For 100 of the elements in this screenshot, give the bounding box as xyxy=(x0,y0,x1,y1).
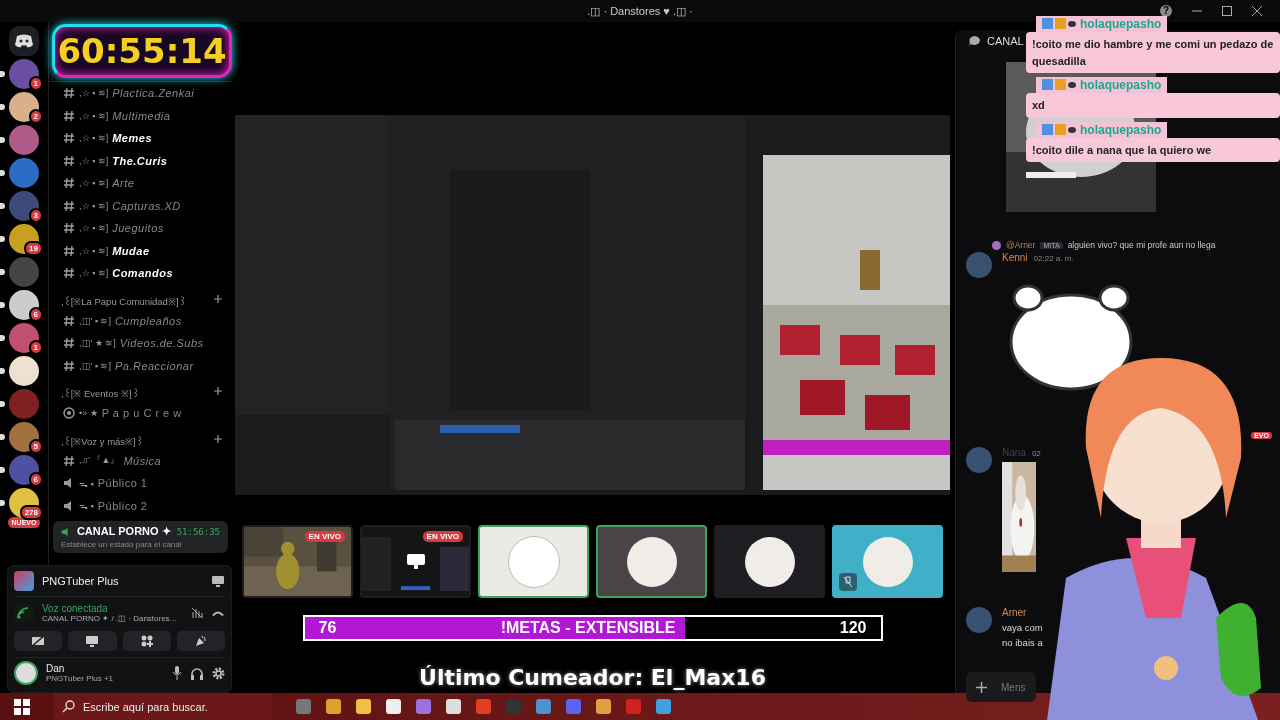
channel-item[interactable]: ,☆ ▪ ≋] Comandos xyxy=(53,262,228,285)
channel-item[interactable]: ,☆ ▪ ≋] Capturas.XD xyxy=(53,194,228,217)
hashtag-icon xyxy=(63,314,75,327)
stage-icon xyxy=(63,407,75,420)
reply-preview: alguien vivo? que mi profe aun no llega xyxy=(1067,240,1216,250)
server-icon[interactable] xyxy=(9,290,39,320)
mention-badge: 278 xyxy=(19,505,43,520)
channel-item[interactable]: ᯓ ▪ Público 2 xyxy=(53,494,228,517)
channel-item[interactable]: ,☆ ▪ ≋] Mudae xyxy=(53,239,228,262)
add-channel-icon[interactable] xyxy=(214,294,222,303)
hashtag-icon xyxy=(63,359,75,372)
screen-share-icon[interactable] xyxy=(211,575,225,587)
countdown-timer: 60:55:14 xyxy=(52,24,232,78)
add-channel-icon[interactable] xyxy=(214,434,222,443)
hashtag-icon xyxy=(63,154,75,167)
camera-off-button[interactable] xyxy=(14,631,63,651)
windows-start-icon[interactable] xyxy=(14,698,30,715)
badges-icon xyxy=(1042,18,1076,30)
hashtag-icon xyxy=(63,177,75,190)
noise-suppression-icon[interactable] xyxy=(191,607,203,619)
monitor-icon xyxy=(85,635,100,647)
goal-current: 76 xyxy=(317,619,338,637)
participant-tile[interactable] xyxy=(832,525,943,598)
channel-item[interactable]: •» ★ P a p u C r e w xyxy=(53,402,228,425)
signal-icon xyxy=(14,604,34,622)
mention[interactable]: @Arner xyxy=(1006,240,1036,250)
help-icon[interactable]: ? xyxy=(1160,5,1172,17)
party-horn-icon xyxy=(194,635,207,647)
badges-icon xyxy=(1042,79,1076,91)
goal-label: !METAS - EXTENSIBLE xyxy=(499,619,677,637)
category-header[interactable]: ,꒰[※Voz y más※]꒱ xyxy=(61,434,143,448)
participant-tile[interactable]: EN VIVO xyxy=(360,525,471,598)
channel-item[interactable]: ,☆ ▪ ≋] Multimedia xyxy=(53,104,228,127)
search-field[interactable]: Escribe aquí para buscar. xyxy=(54,693,272,720)
message-author[interactable]: Arner xyxy=(1002,607,1027,618)
chat-message: !coito dile a nana que la quiero we xyxy=(1026,137,1280,162)
participant-tile[interactable] xyxy=(596,525,707,598)
channel-item[interactable]: ,☆ ▪ ≋] Plactica.Zenkai xyxy=(53,82,228,105)
settings-icon[interactable] xyxy=(212,666,225,680)
user-avatar[interactable] xyxy=(14,661,38,685)
speaker-icon xyxy=(61,525,71,538)
shapes-icon xyxy=(140,635,153,647)
participant-tile[interactable] xyxy=(714,525,825,598)
chat-username: holaquepasho xyxy=(1080,122,1162,137)
message-time: 02:22 a. m. xyxy=(1033,254,1074,263)
hashtag-icon xyxy=(63,87,75,100)
channel-item[interactable]: ,◫' ★ ≋] Videos.de.Subs xyxy=(53,332,228,355)
message-time: 02 xyxy=(1031,449,1041,458)
hashtag-icon xyxy=(63,454,75,467)
channel-item[interactable]: ,♫' 『▲』 Música xyxy=(53,449,228,472)
channel-item[interactable]: ,◫' ▪ ≋] Cumpleaños xyxy=(53,309,228,332)
microphone-icon[interactable] xyxy=(172,666,182,680)
close-icon[interactable] xyxy=(1252,6,1262,16)
message-input[interactable]: Mens xyxy=(966,672,1036,702)
activity-name: PNGTuber Plus xyxy=(42,575,120,587)
voice-channel-item[interactable]: CANAL PORNO ✦ 51:56:35 Establece un estado para el canal xyxy=(53,521,228,553)
activities-button[interactable] xyxy=(122,631,171,651)
last-donor-caption: Último Cumeador: El_Max16 xyxy=(419,665,766,690)
app-icon xyxy=(14,571,34,591)
hashtag-icon xyxy=(63,244,75,257)
monitor-icon xyxy=(405,552,426,571)
participant-tile[interactable] xyxy=(478,525,589,598)
badges-icon xyxy=(1042,123,1076,136)
soundboard-button[interactable] xyxy=(176,631,225,651)
chat-message: xd xyxy=(1026,93,1280,118)
user-activity: PNGTuber Plus +1 xyxy=(46,674,115,683)
search-icon xyxy=(62,700,75,713)
channel-item[interactable]: ,☆ ▪ ≋] Jueguitos xyxy=(53,217,228,240)
channel-item[interactable]: ,◫' ▪ ≋] Pa.Reaccionar xyxy=(53,354,228,377)
message-text: vaya com xyxy=(1002,622,1043,633)
mention-badge: 19 xyxy=(24,241,43,256)
reply-avatar xyxy=(992,240,1001,250)
server-icon[interactable] xyxy=(9,92,39,122)
channel-title: CANAL xyxy=(987,35,1024,47)
chat-username: holaquepasho xyxy=(1080,78,1162,92)
hashtag-icon xyxy=(63,267,75,280)
headphones-icon[interactable] xyxy=(190,666,204,680)
discord-logo-icon[interactable] xyxy=(9,26,39,56)
live-badge: EN VIVO xyxy=(304,531,345,542)
message-author[interactable]: Kenni xyxy=(1002,252,1028,263)
channel-item[interactable]: ,☆ ▪ ≋] Arte xyxy=(53,172,228,195)
channel-item[interactable]: ,☆ ▪ ≋] Memes xyxy=(53,127,228,150)
voice-channel-path: CANAL PORNO ✦ / .◫ · Danstores... xyxy=(42,614,178,623)
add-channel-icon[interactable] xyxy=(214,387,222,395)
channel-item[interactable]: ᯓ ▪ Público 1 xyxy=(53,472,228,495)
live-badge: EN VIVO xyxy=(422,531,463,542)
category-header[interactable]: ,꒰[※La Papu Comunidad※]꒱ xyxy=(61,294,186,308)
hang-up-icon[interactable] xyxy=(211,609,225,617)
add-attachment-icon[interactable] xyxy=(976,681,987,693)
channel-item[interactable]: ,☆ ▪ ≋] The.Curis xyxy=(53,149,228,172)
username: Dan xyxy=(46,663,66,674)
chat-message: !coito me dio hambre y me comi un pedazo de quesadilla xyxy=(1026,32,1280,73)
hashtag-icon xyxy=(63,337,75,350)
category-header[interactable]: ,꒰[※ Eventos ※]꒱ xyxy=(61,387,139,400)
maximize-icon[interactable] xyxy=(1222,6,1232,16)
channel-name: CANAL PORNO ✦ xyxy=(76,525,171,538)
screen-share-button[interactable] xyxy=(68,631,117,651)
server-icon[interactable] xyxy=(9,356,39,386)
participant-tile[interactable]: EN VIVO xyxy=(242,525,353,598)
goal-target: 120 xyxy=(838,619,868,637)
